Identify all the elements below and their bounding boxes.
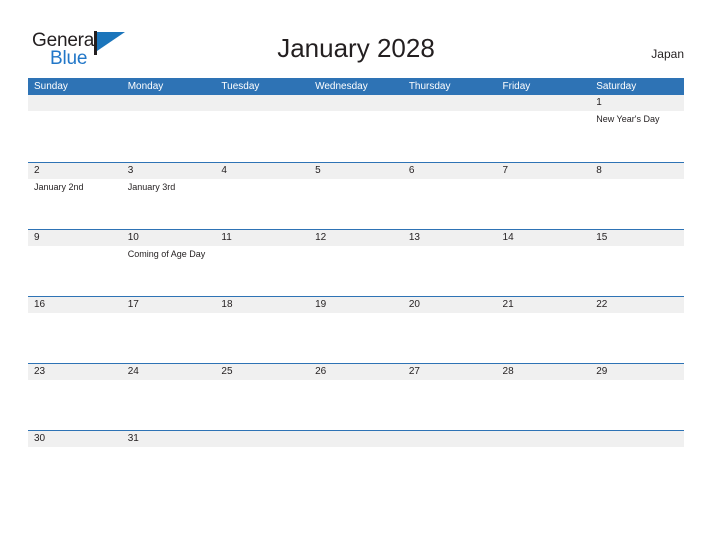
day-cell[interactable]: 15 [590, 230, 684, 296]
day-number: 22 [596, 299, 608, 310]
week-row: 9 10 Coming of Age Day 11 12 13 14 15 [28, 229, 684, 296]
day-number: 23 [34, 366, 46, 377]
day-cell[interactable] [403, 95, 497, 161]
day-number: 21 [502, 299, 514, 310]
day-number: 31 [127, 433, 139, 444]
day-cell[interactable] [497, 95, 591, 161]
day-number: 3 [127, 165, 134, 176]
day-cell[interactable]: 18 [215, 297, 309, 363]
day-number: 4 [221, 165, 227, 176]
day-number: 28 [502, 366, 514, 377]
day-number: 16 [34, 299, 46, 310]
day-number: 6 [408, 165, 415, 176]
day-event: Coming of Age Day [127, 249, 206, 259]
calendar-page: General Blue January 2028 Japan Sunday M… [0, 0, 712, 550]
day-number: 1 [596, 97, 602, 108]
week-row: 30 31 [28, 430, 684, 497]
day-number: 2 [34, 165, 40, 176]
day-cell[interactable]: 17 [122, 297, 216, 363]
weekday-header-monday: Monday [127, 81, 164, 92]
day-cell[interactable]: 4 [215, 163, 309, 229]
day-number: 11 [221, 232, 232, 243]
day-number: 19 [315, 299, 327, 310]
day-number: 26 [315, 366, 327, 377]
day-number: 14 [502, 232, 514, 243]
calendar-grid: Sunday Monday Tuesday Wednesday Thursday… [28, 78, 684, 497]
week-row: 1 New Year's Day [28, 95, 684, 162]
day-cell[interactable]: 21 [497, 297, 591, 363]
day-number: 10 [127, 232, 139, 243]
day-number: 12 [315, 232, 327, 243]
week-row: 16 17 18 19 20 21 22 [28, 296, 684, 363]
day-number: 13 [408, 232, 420, 243]
day-cell[interactable]: 22 [590, 297, 684, 363]
weekday-header-friday: Friday [502, 81, 531, 92]
day-number: 8 [596, 165, 602, 176]
day-number: 15 [596, 232, 608, 243]
day-cell[interactable]: 31 [122, 431, 216, 497]
day-cell[interactable]: 28 [497, 364, 591, 430]
day-cell[interactable] [215, 95, 309, 161]
day-cell[interactable]: 6 [403, 163, 497, 229]
weekday-header-thursday: Thursday [408, 81, 451, 92]
week-row: 2 January 2nd 3 January 3rd 4 5 6 7 8 [28, 162, 684, 229]
day-cell[interactable]: 2 January 2nd [28, 163, 122, 229]
day-number: 30 [34, 433, 46, 444]
day-cell[interactable]: 23 [28, 364, 122, 430]
day-cell[interactable]: 12 [309, 230, 403, 296]
day-number: 9 [34, 232, 40, 243]
day-cell[interactable]: 24 [122, 364, 216, 430]
day-cell[interactable] [215, 431, 309, 497]
day-cell[interactable]: 3 January 3rd [122, 163, 216, 229]
weekday-header-saturday: Saturday [596, 81, 637, 92]
day-cell[interactable]: 1 New Year's Day [590, 95, 684, 161]
day-event: January 3rd [127, 182, 176, 192]
day-cell[interactable]: 5 [309, 163, 403, 229]
day-number: 27 [408, 366, 420, 377]
week-row: 23 24 25 26 27 28 29 [28, 363, 684, 430]
day-cell[interactable]: 19 [309, 297, 403, 363]
page-header: General Blue January 2028 Japan [0, 0, 712, 78]
weekday-header-wednesday: Wednesday [315, 81, 368, 92]
day-cell[interactable]: 20 [403, 297, 497, 363]
day-cell[interactable] [122, 95, 216, 161]
day-cell[interactable] [590, 431, 684, 497]
weekday-header-sunday: Sunday [34, 81, 68, 92]
day-cell[interactable]: 26 [309, 364, 403, 430]
day-cell[interactable]: 16 [28, 297, 122, 363]
day-cell[interactable]: 7 [497, 163, 591, 229]
day-cell[interactable]: 14 [497, 230, 591, 296]
country-label: Japan [651, 47, 684, 61]
day-number: 18 [221, 299, 233, 310]
day-cell[interactable] [497, 431, 591, 497]
day-event: January 2nd [34, 182, 84, 192]
day-number: 20 [408, 299, 420, 310]
page-title: January 2028 [277, 33, 435, 63]
day-cell[interactable] [403, 431, 497, 497]
weekday-header-row: Sunday Monday Tuesday Wednesday Thursday… [28, 78, 684, 95]
day-number: 5 [315, 165, 321, 176]
day-cell[interactable]: 30 [28, 431, 122, 497]
day-cell[interactable]: 11 [215, 230, 309, 296]
day-cell[interactable]: 29 [590, 364, 684, 430]
day-number: 25 [221, 366, 233, 377]
day-number: 29 [596, 366, 608, 377]
day-cell[interactable] [309, 95, 403, 161]
day-cell[interactable]: 9 [28, 230, 122, 296]
day-cell[interactable]: 25 [215, 364, 309, 430]
day-number: 7 [502, 165, 509, 176]
day-cell[interactable]: 8 [590, 163, 684, 229]
day-cell[interactable]: 10 Coming of Age Day [122, 230, 216, 296]
weekday-header-tuesday: Tuesday [221, 81, 260, 92]
day-number: 24 [127, 366, 139, 377]
day-number: 17 [127, 299, 139, 310]
day-cell[interactable]: 27 [403, 364, 497, 430]
day-cell[interactable]: 13 [403, 230, 497, 296]
day-event: New Year's Day [596, 114, 660, 124]
day-cell[interactable] [28, 95, 122, 161]
day-cell[interactable] [309, 431, 403, 497]
